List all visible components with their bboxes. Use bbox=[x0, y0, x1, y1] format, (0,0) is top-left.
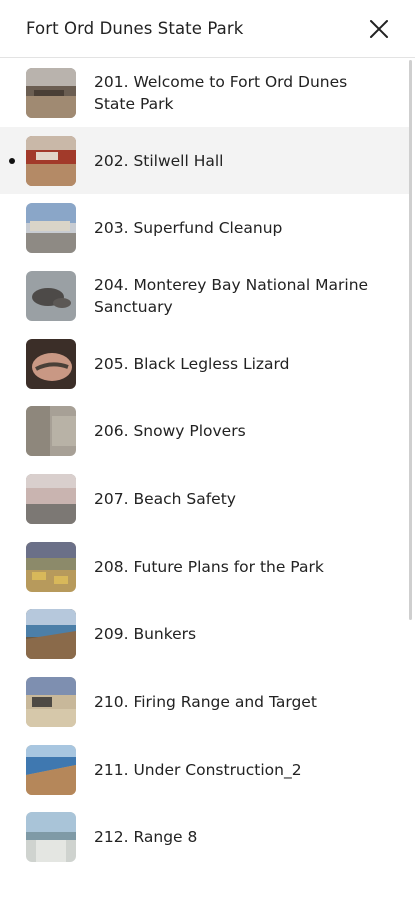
scrollbar[interactable] bbox=[409, 60, 412, 620]
stop-label: 209. Bunkers bbox=[94, 625, 197, 644]
stop-thumbnail bbox=[26, 203, 76, 254]
stop-thumbnail bbox=[26, 270, 76, 321]
stop-label: 212. Range 8 bbox=[94, 828, 198, 847]
header: Fort Ord Dunes State Park bbox=[0, 0, 415, 58]
current-indicator bbox=[9, 157, 15, 164]
stop-label: 210. Firing Range and Target bbox=[94, 693, 317, 712]
stop-label: 208. Future Plans for the Park bbox=[94, 557, 324, 576]
stop-thumbnail bbox=[26, 135, 76, 186]
stop-thumbnail bbox=[26, 67, 76, 118]
list-item[interactable]: 205. Black Legless Lizard bbox=[0, 330, 410, 398]
stop-list: 201. Welcome to Fort Ord Dunes State Par… bbox=[0, 59, 410, 871]
close-button[interactable] bbox=[366, 16, 392, 42]
list-item[interactable]: 209. Bunkers bbox=[0, 601, 410, 669]
list-item[interactable]: 208. Future Plans for the Park bbox=[0, 533, 410, 601]
list-item[interactable]: 207. Beach Safety bbox=[0, 465, 410, 533]
stop-label: 204. Monterey Bay National Marine Sanctu… bbox=[94, 275, 369, 316]
stop-thumbnail bbox=[26, 677, 76, 728]
stop-thumbnail bbox=[26, 609, 76, 660]
stop-thumbnail bbox=[26, 812, 76, 863]
close-icon[interactable] bbox=[366, 16, 392, 42]
stop-thumbnail bbox=[26, 744, 76, 795]
list-item[interactable]: 212. Range 8 bbox=[0, 804, 410, 872]
stop-label: 201. Welcome to Fort Ord Dunes State Par… bbox=[94, 72, 348, 113]
stop-label: 203. Superfund Cleanup bbox=[94, 219, 283, 238]
list-item[interactable]: 201. Welcome to Fort Ord Dunes State Par… bbox=[0, 59, 410, 127]
list-item[interactable]: 210. Firing Range and Target bbox=[0, 668, 410, 736]
stop-thumbnail bbox=[26, 473, 76, 524]
stop-label: 206. Snowy Plovers bbox=[94, 422, 246, 441]
stop-thumbnail bbox=[26, 338, 76, 389]
stop-thumbnail bbox=[26, 541, 76, 592]
list-item-active[interactable]: 202. Stilwell Hall bbox=[0, 126, 410, 195]
page-title: Fort Ord Dunes State Park bbox=[26, 19, 244, 38]
stop-label: 211. Under Construction_2 bbox=[94, 760, 302, 779]
list-item[interactable]: 206. Snowy Plovers bbox=[0, 397, 410, 465]
list-item[interactable]: 204. Monterey Bay National Marine Sanctu… bbox=[0, 262, 410, 330]
stop-thumbnail bbox=[26, 406, 76, 457]
list-item[interactable]: 203. Superfund Cleanup bbox=[0, 194, 410, 262]
list-item[interactable]: 211. Under Construction_2 bbox=[0, 736, 410, 804]
stop-label: 207. Beach Safety bbox=[94, 489, 236, 508]
stop-label: 202. Stilwell Hall bbox=[94, 151, 224, 170]
stop-label: 205. Black Legless Lizard bbox=[94, 354, 290, 373]
